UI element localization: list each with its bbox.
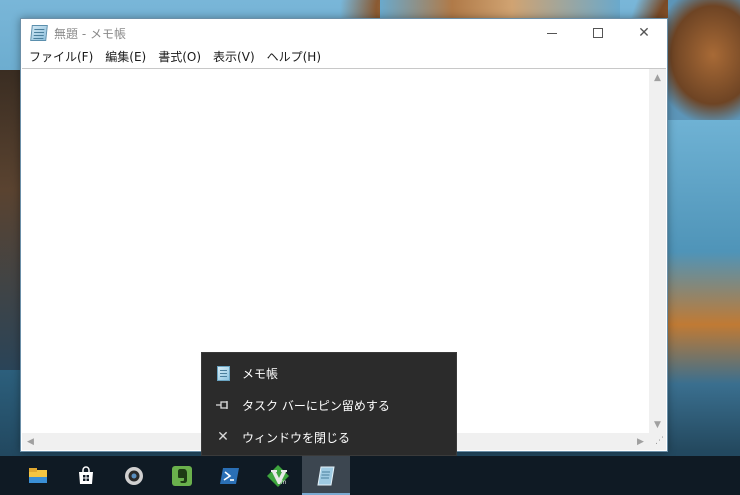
notepad-app-icon[interactable]	[30, 25, 48, 41]
title-bar[interactable]: 無題 - メモ帳 ✕	[21, 19, 667, 47]
wallpaper-sea-right	[668, 120, 740, 450]
camera-app-icon	[125, 466, 143, 485]
taskbar-notepad[interactable]	[302, 456, 350, 495]
close-icon: ✕	[217, 429, 229, 445]
window-title: 無題 - メモ帳	[54, 26, 126, 41]
menu-edit[interactable]: 編集(E)	[101, 47, 150, 67]
wallpaper-cliff-right	[668, 0, 740, 120]
svg-text:im: im	[279, 479, 287, 486]
taskbar: im	[0, 456, 740, 495]
taskbar-file-explorer[interactable]	[14, 456, 62, 495]
jumplist-item-pin-to-taskbar[interactable]: タスク バーにピン留めする	[202, 389, 456, 421]
file-explorer-icon	[29, 467, 47, 483]
jumplist-item-label: メモ帳	[242, 366, 279, 381]
wallpaper-cliff-top	[380, 0, 620, 18]
notepad-icon	[317, 466, 335, 485]
jumplist-item-label: タスク バーにピン留めする	[242, 398, 390, 413]
maximize-icon	[593, 28, 603, 38]
taskbar-camera-app[interactable]	[110, 456, 158, 495]
notepad-icon	[214, 364, 232, 382]
store-icon	[79, 465, 93, 484]
jumplist-item-close-window[interactable]: ✕ ウィンドウを閉じる	[202, 421, 456, 453]
powershell-icon	[220, 467, 239, 484]
taskbar-store[interactable]	[62, 456, 110, 495]
close-button[interactable]: ✕	[621, 19, 667, 47]
evernote-icon	[172, 465, 192, 486]
vim-icon: im	[267, 464, 289, 487]
menu-bar: ファイル(F) 編集(E) 書式(O) 表示(V) ヘルプ(H)	[21, 47, 667, 67]
minimize-icon	[547, 32, 557, 34]
menu-file[interactable]: ファイル(F)	[25, 47, 97, 67]
taskbar-evernote[interactable]	[158, 456, 206, 495]
menu-format[interactable]: 書式(O)	[154, 47, 205, 67]
jumplist-item-notepad[interactable]: メモ帳	[202, 357, 456, 389]
close-icon: ✕	[638, 25, 650, 41]
taskbar-powershell[interactable]	[206, 456, 254, 495]
taskbar-vim[interactable]: im	[254, 456, 302, 495]
jumplist-item-label: ウィンドウを閉じる	[242, 430, 351, 445]
menu-help[interactable]: ヘルプ(H)	[263, 47, 325, 67]
minimize-button[interactable]	[529, 19, 575, 47]
caption-buttons: ✕	[529, 19, 667, 47]
taskbar-jump-list: メモ帳 タスク バーにピン留めする ✕ ウィンドウを閉じる	[201, 352, 457, 456]
menu-view[interactable]: 表示(V)	[209, 47, 259, 67]
pin-icon	[214, 396, 232, 414]
maximize-button[interactable]	[575, 19, 621, 47]
